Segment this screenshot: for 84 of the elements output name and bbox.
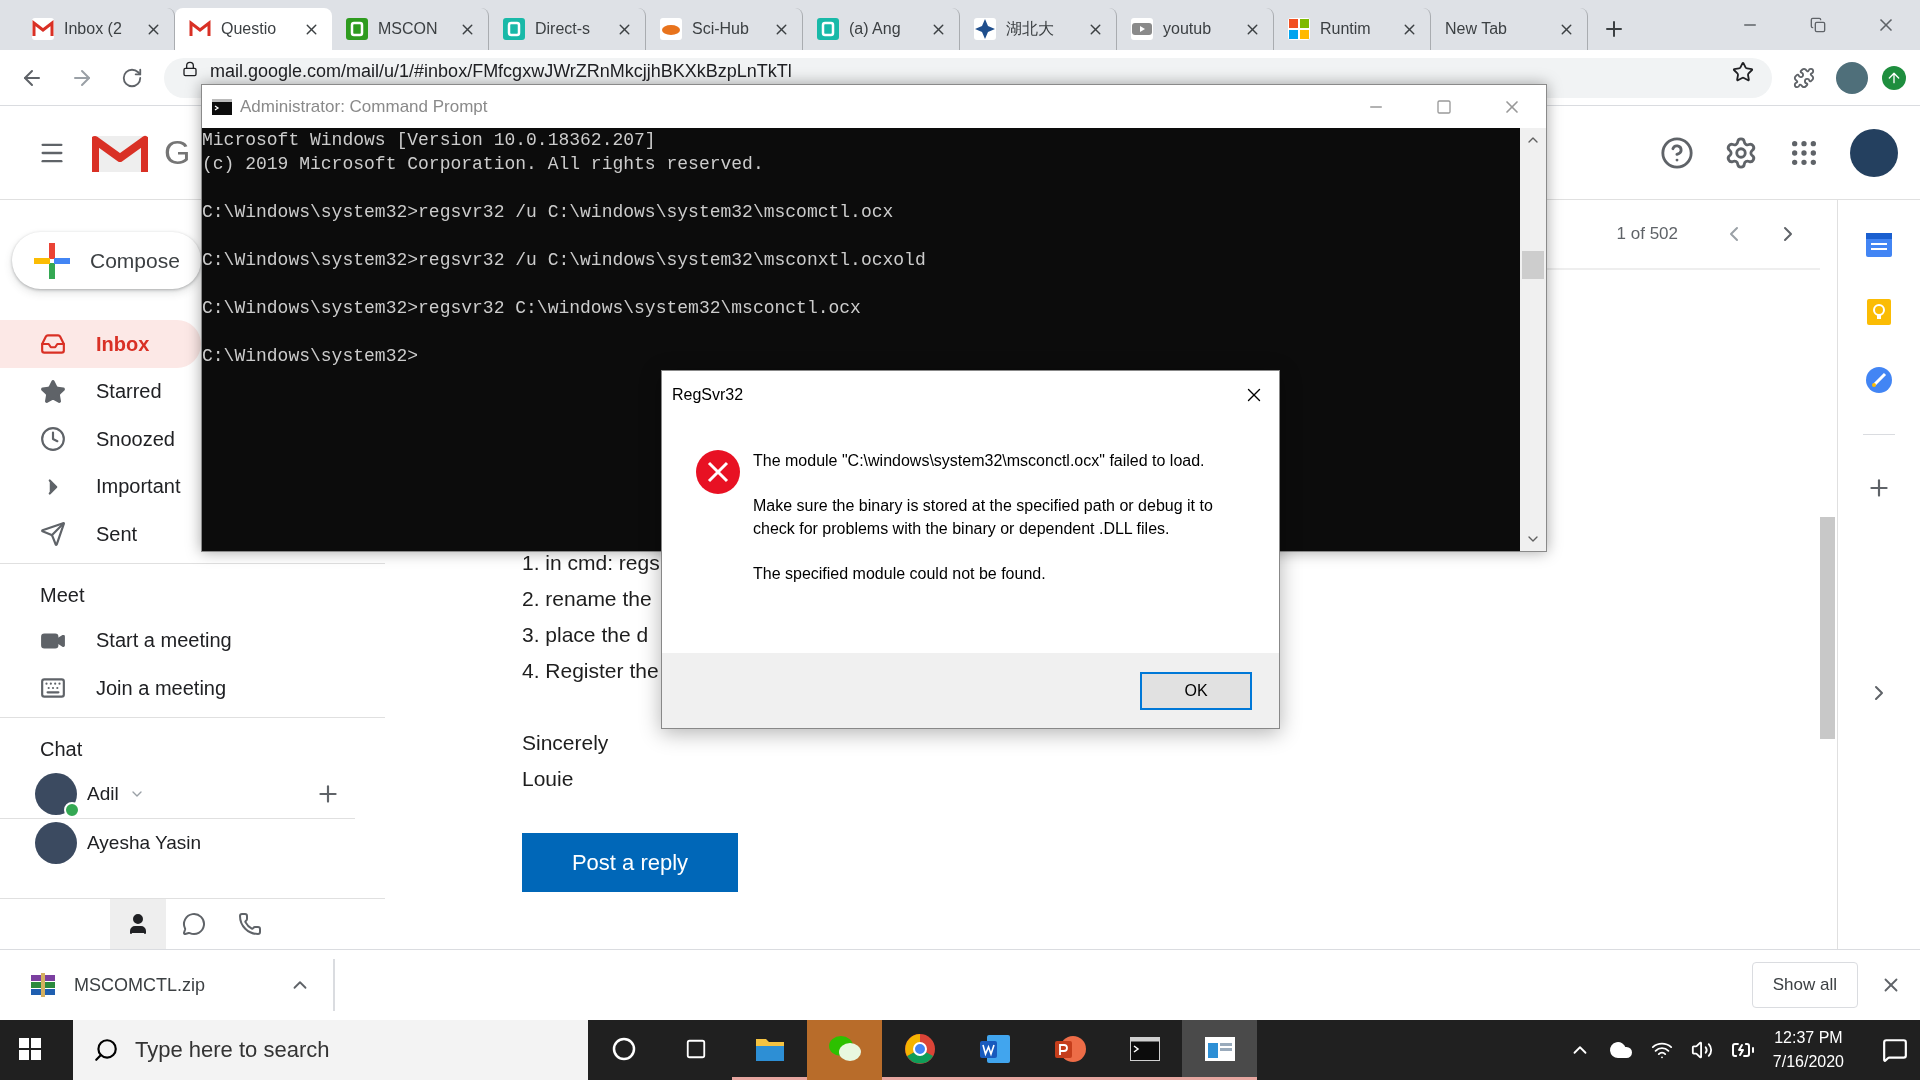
message-line: 1. in cmd: regs [522, 550, 660, 576]
archive-icon [30, 973, 56, 997]
console-line: C:\Windows\system32>regsvr32 /u C:\windows\system32\msconxtl.ocxold [202, 249, 927, 272]
section-heading: Chat [39, 736, 84, 762]
circle-icon [612, 1036, 636, 1061]
settings-icon[interactable] [1724, 135, 1758, 170]
console-line: (c) 2019 Microsoft Corporation. All rights reserved. [202, 153, 765, 176]
bird-icon [660, 18, 682, 40]
meet-item[interactable]: Start a meeting [0, 616, 355, 665]
lock-icon [182, 60, 198, 77]
chat-contact[interactable]: Ayesha Yasin [0, 818, 355, 867]
dialog-message: Make sure the binary is stored at the specified path or debug it to check for problems with the binary or dependent .DLL files. [753, 496, 1214, 539]
powerpoint-icon [1053, 1033, 1086, 1064]
nav-item[interactable]: Sent [0, 510, 201, 558]
tasks-icon[interactable] [1865, 366, 1893, 394]
show-all-button[interactable]: Show all [1751, 962, 1858, 1008]
clock[interactable]: 12:37 PM 7/16/2020 [1772, 1026, 1844, 1074]
task-view-icon [685, 1037, 707, 1060]
profile-avatar[interactable] [1836, 61, 1868, 94]
message-line: 4. Register the [522, 658, 659, 684]
play-icon [1131, 18, 1153, 40]
ok-button[interactable]: OK [1140, 671, 1252, 710]
account-avatar[interactable] [1850, 128, 1898, 177]
window-icon [1204, 1036, 1235, 1061]
compose-button[interactable]: Compose [12, 232, 201, 290]
puzzle-icon[interactable] [1793, 66, 1815, 89]
envelope-icon [32, 18, 54, 40]
calendar-icon[interactable] [1865, 230, 1893, 258]
nav-item[interactable]: Inbox [0, 320, 201, 368]
clock-icon [40, 426, 66, 453]
console-line: Microsoft Windows [Version 10.0.18362.207] [202, 129, 657, 152]
console-line: C:\Windows\system32> [202, 345, 420, 368]
star-icon [40, 378, 66, 405]
error-icon [695, 449, 741, 495]
update-button[interactable] [1882, 65, 1906, 90]
nav-item[interactable]: Starred [0, 367, 201, 416]
contact-avatar [35, 821, 77, 864]
phone-icon [238, 911, 262, 936]
chat-tab[interactable] [110, 898, 166, 949]
reload-icon[interactable] [121, 66, 143, 89]
logo-text: G [164, 133, 191, 172]
message-line: Sincerely [522, 730, 609, 756]
windows-icon [19, 1037, 41, 1060]
meet-item[interactable]: Join a meeting [0, 664, 355, 712]
bookmark-icon[interactable] [1732, 60, 1754, 83]
star-icon [974, 18, 996, 40]
console-line: C:\Windows\system32>regsvr32 C:\windows\system32\msconctl.ocx [202, 297, 862, 320]
window-title: Administrator: Command Prompt [240, 96, 488, 117]
square-icon [346, 18, 368, 40]
plus-icon [34, 242, 70, 279]
chat-bubbles-icon [827, 1033, 862, 1064]
console-line: C:\Windows\system32>regsvr32 /u C:\windows\system32\mscomctl.ocx [202, 201, 895, 224]
nav-item[interactable]: Important [0, 462, 201, 511]
dialog-message: The specified module could not be found. [753, 564, 1047, 584]
page-count: 1 of 502 [1616, 224, 1678, 244]
dialog-title: RegSvr32 [672, 386, 744, 404]
post-reply-button[interactable]: Post a reply [522, 833, 738, 892]
message-line: Louie [522, 766, 574, 792]
taskbar-app[interactable] [1182, 1020, 1257, 1080]
browser-tab[interactable]: Questio [175, 8, 332, 50]
restore-icon[interactable] [1810, 17, 1826, 33]
chat-contact[interactable]: Adil [0, 770, 355, 819]
square-icon [503, 18, 525, 40]
dialog-message: The module "C:\windows\system32\msconctl.ocx" failed to load. [753, 451, 1206, 471]
notifications-icon[interactable] [1882, 1037, 1908, 1063]
volume-icon[interactable] [1690, 1039, 1713, 1061]
message-line: 2. rename the [522, 586, 652, 612]
message-line: 3. place the d [522, 622, 649, 648]
send-icon [40, 521, 66, 548]
help-icon[interactable] [1660, 135, 1694, 170]
download-file-name[interactable]: MSCOMCTL.zip [74, 974, 289, 996]
windows-icon [1288, 18, 1310, 40]
terminal-icon [1129, 1036, 1160, 1061]
scrollbar-thumb[interactable] [1820, 517, 1835, 739]
search-field[interactable]: Type here to search [73, 1020, 588, 1080]
nav-item[interactable]: Snoozed [0, 415, 201, 463]
square-icon [817, 18, 839, 40]
word-icon [978, 1033, 1011, 1064]
section-heading: Meet [39, 582, 86, 608]
scrollbar-thumb[interactable] [1522, 250, 1544, 279]
terminal-icon [212, 98, 232, 115]
speech-bubble-icon [182, 911, 206, 936]
chrome-icon [903, 1032, 936, 1065]
search-icon [93, 1037, 119, 1063]
